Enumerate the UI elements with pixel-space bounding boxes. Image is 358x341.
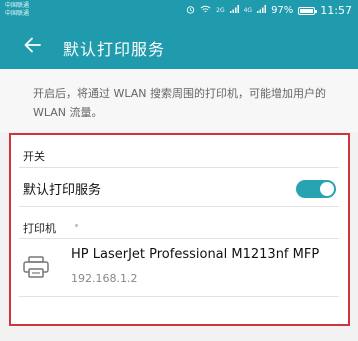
highlight-frame — [9, 133, 350, 326]
printer-icon — [23, 256, 49, 278]
battery-percent: 97% — [271, 5, 294, 16]
network-type-label: 4G — [243, 7, 253, 14]
signal-icon — [257, 5, 267, 16]
carrier-label: 中国联通 — [5, 10, 30, 17]
app-header: 中国联通 中国联通 2G 4G 97% 11:57 默认打印服务 — [0, 0, 358, 69]
status-icons: 2G 4G 97% 11:57 — [186, 4, 352, 17]
printer-ip: 192.168.1.2 — [71, 272, 138, 285]
bottom-area — [0, 326, 358, 341]
loading-indicator — [75, 224, 78, 227]
carrier-label: 中国联通 — [5, 2, 30, 9]
description-text: 开启后，将通过 WLAN 搜索周围的打印机，可能增加用户的 WLAN 流量。 — [33, 87, 327, 119]
signal-icon — [229, 5, 239, 16]
divider — [19, 167, 339, 168]
divider — [19, 296, 339, 297]
network-type-label: 2G — [216, 7, 225, 14]
section-title-printers: 打印机 — [23, 222, 56, 235]
back-arrow-icon[interactable] — [20, 32, 46, 58]
wifi-icon — [200, 5, 211, 17]
clock: 11:57 — [320, 4, 352, 17]
printer-name: HP LaserJet Professional M1213nf MFP — [71, 247, 320, 262]
status-bar: 中国联通 中国联通 2G 4G 97% 11:57 — [0, 0, 358, 24]
print-service-toggle[interactable] — [296, 180, 336, 198]
section-title-switch: 开关 — [23, 150, 45, 163]
title-bar: 默认打印服务 — [0, 24, 358, 69]
battery-icon — [298, 6, 318, 15]
alarm-icon — [186, 5, 195, 17]
description-section: 开启后，将通过 WLAN 搜索周围的打印机，可能增加用户的 WLAN 流量。 — [0, 69, 358, 132]
toggle-knob — [320, 182, 334, 196]
divider — [19, 206, 339, 207]
default-print-service-label: 默认打印服务 — [23, 183, 102, 198]
page-title: 默认打印服务 — [63, 40, 166, 59]
printer-list-item[interactable]: HP LaserJet Professional M1213nf MFP 192… — [11, 238, 347, 296]
